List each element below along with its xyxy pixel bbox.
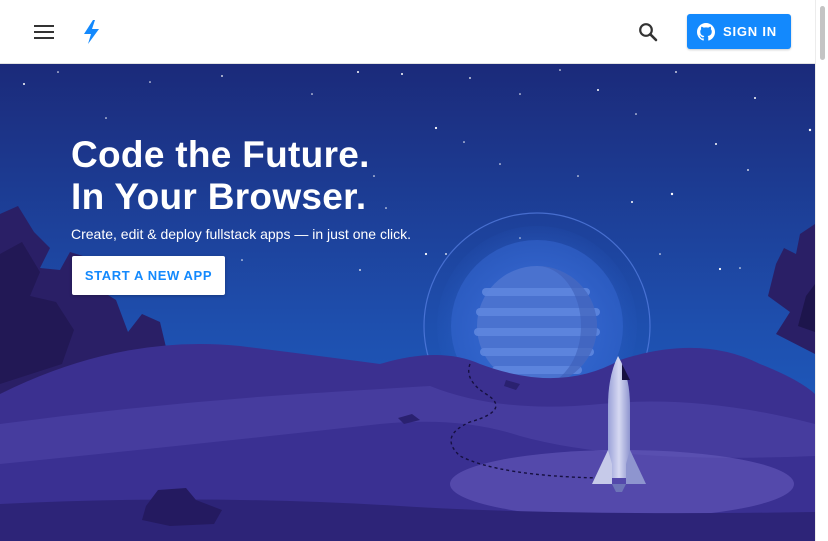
lightning-bolt-icon [84,20,99,44]
hamburger-menu-icon [34,25,54,39]
headline-line-1: Code the Future. [71,134,370,175]
vertical-scrollbar[interactable] [815,0,828,541]
hero-headline: Code the Future. In Your Browser. [71,134,370,218]
logo[interactable] [80,18,104,46]
top-app-bar: SIGN IN [0,0,815,64]
hero-section: Code the Future. In Your Browser. Create… [0,64,815,541]
hero-tagline: Create, edit & deploy fullstack apps — i… [71,226,412,242]
sign-in-label: SIGN IN [723,24,777,39]
search-icon [639,23,658,42]
menu-button[interactable] [30,20,58,44]
sign-in-button[interactable]: SIGN IN [687,14,791,49]
github-icon [697,22,715,41]
search-button[interactable] [634,18,662,46]
start-new-app-button[interactable]: START A NEW APP [72,256,225,295]
scrollbar-thumb[interactable] [820,6,825,60]
headline-line-2: In Your Browser. [71,176,367,217]
